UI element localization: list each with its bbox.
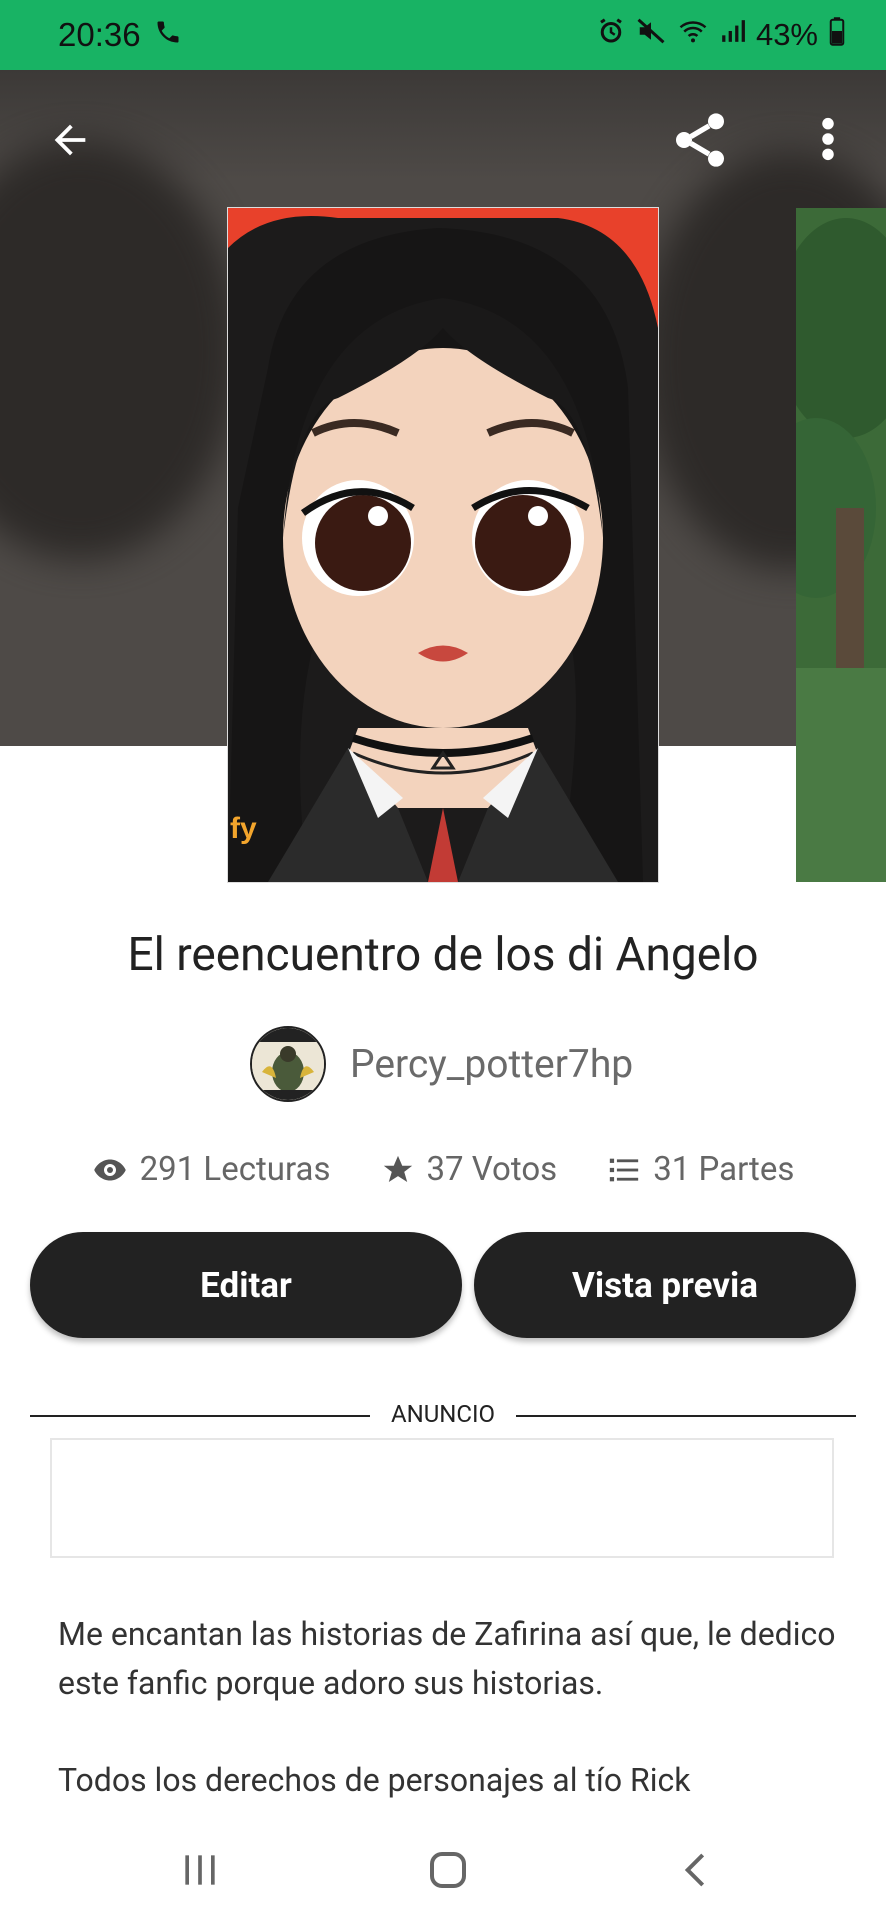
cover-illustration [228,208,658,882]
cover-watermark: fy [230,812,257,845]
edit-button[interactable]: Editar [30,1232,462,1338]
alarm-icon [596,16,626,54]
arrow-left-icon [54,124,86,156]
list-icon [610,1158,639,1181]
home-icon [430,1852,466,1888]
author-avatar[interactable] [250,1026,326,1102]
status-time: 20:36 [58,16,141,53]
more-options-button[interactable] [806,106,850,172]
votes-count: 37 Votos [426,1150,558,1189]
system-nav-bar [0,1820,886,1920]
next-story-cover[interactable] [796,208,886,882]
preview-button[interactable]: Vista previa [474,1232,856,1338]
story-title: El reencuentro de los di Angelo [127,928,759,982]
phone-call-icon [154,18,182,51]
reads-stat: 291 Lecturas [92,1150,331,1189]
votes-stat: 37 Votos [381,1150,558,1189]
story-stats: 291 Lecturas 37 Votos 31 Partes [0,1150,886,1189]
signal-icon [720,16,746,54]
status-bar: 20:36 43% [0,0,886,70]
recent-apps-icon [185,1855,215,1885]
star-icon [383,1155,412,1182]
more-vertical-icon [822,117,834,161]
reads-count: 291 Lecturas [139,1150,331,1189]
parts-count: 31 Partes [653,1150,795,1189]
chevron-left-icon [684,1853,705,1887]
back-nav-button[interactable] [666,1840,726,1900]
ad-slot[interactable] [50,1438,834,1558]
back-button[interactable] [40,110,100,170]
author-row[interactable]: Percy_potter7hp [250,1026,633,1102]
story-description: Me encantan las historias de Zafirina as… [58,1610,848,1853]
ad-label: ANUNCIO [390,1400,496,1428]
author-name[interactable]: Percy_potter7hp [350,1041,633,1087]
share-icon [676,113,724,167]
forest-illustration [796,208,886,882]
parts-stat: 31 Partes [607,1150,794,1189]
battery-percent: 43% [755,17,818,52]
eye-icon [93,1159,126,1180]
description-paragraph: Me encantan las historias de Zafirina as… [58,1615,836,1702]
battery-icon [828,16,846,54]
recent-apps-button[interactable] [170,1840,230,1900]
mute-icon [636,16,666,54]
share-button[interactable] [664,104,736,176]
wifi-icon [676,16,710,54]
description-paragraph: Todos los derechos de personajes al tío … [58,1761,691,1799]
home-button[interactable] [418,1840,478,1900]
story-cover[interactable]: fy [228,208,658,882]
